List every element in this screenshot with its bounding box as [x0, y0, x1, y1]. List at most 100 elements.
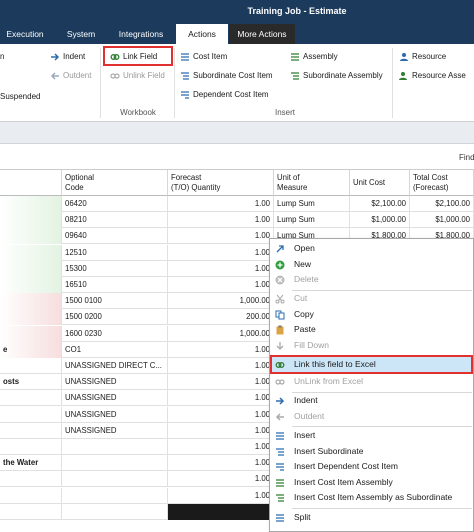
cell-code[interactable] [62, 471, 168, 488]
menu-fill-down[interactable]: Fill Down [270, 338, 473, 354]
cell-qty[interactable]: 1.00 [168, 358, 274, 374]
cell-qty[interactable]: 200.00 [168, 309, 274, 326]
menu-new[interactable]: New [270, 257, 473, 273]
menu-copy[interactable]: Copy [270, 307, 473, 323]
header-unit-cost[interactable]: Unit Cost [350, 170, 410, 196]
cell-code[interactable] [62, 487, 168, 504]
header-total-cost[interactable]: Total Cost (Forecast) [410, 170, 474, 196]
tab-system[interactable]: System [56, 24, 106, 44]
cell-code[interactable]: UNASSIGNED DIRECT C... [62, 358, 168, 374]
cell-left[interactable] [0, 406, 62, 423]
table-row[interactable]: 08210 1.00 Lump Sum $1,000.00 $1,000.00 [0, 212, 474, 229]
tab-more-actions[interactable]: More Actions [229, 24, 295, 44]
menu-delete[interactable]: Delete [270, 272, 473, 288]
cell-qty[interactable]: 1.00 [168, 487, 274, 504]
cell-qty[interactable]: 1.00 [168, 471, 274, 488]
header-unit-of-measure[interactable]: Unit of Measure [274, 170, 350, 196]
dependent-cost-item-button[interactable]: Dependent Cost Item [180, 88, 269, 102]
header-description[interactable] [0, 170, 62, 196]
tab-actions[interactable]: Actions [176, 24, 228, 44]
cell-code[interactable]: 16510 [62, 277, 168, 293]
resource-button[interactable]: Resource [399, 50, 446, 64]
cell-code[interactable]: UNASSIGNED [62, 406, 168, 423]
cell-qty[interactable]: 1.00 [168, 228, 274, 245]
menu-split[interactable]: Split [270, 510, 473, 526]
find-label[interactable]: Find [459, 153, 474, 162]
cell-code[interactable]: 1500 0200 [62, 309, 168, 326]
tab-execution[interactable]: Execution [0, 24, 50, 44]
menu-unlink-excel[interactable]: UnLink from Excel [270, 374, 473, 390]
menu-indent[interactable]: Indent [270, 393, 473, 409]
subordinate-assembly-button[interactable]: Subordinate Assembly [290, 69, 383, 83]
cell-qty[interactable]: 1.00 [168, 455, 274, 472]
tab-integrations[interactable]: Integrations [110, 24, 172, 44]
cell-code[interactable]: 15300 [62, 260, 168, 277]
cell-left[interactable] [0, 228, 62, 245]
cell-qty[interactable]: 1.00 [168, 341, 274, 358]
cell-code[interactable]: 12510 [62, 244, 168, 261]
cell-left[interactable] [0, 471, 62, 488]
cell-left[interactable] [0, 293, 62, 310]
menu-open[interactable]: Open [270, 241, 473, 257]
cell-unit[interactable]: $2,100.00 [350, 196, 410, 212]
cell-qty[interactable]: 1.00 [168, 406, 274, 423]
cell-total[interactable]: $2,100.00 [410, 196, 474, 212]
cell-code[interactable]: UNASSIGNED [62, 422, 168, 439]
outdent-button[interactable]: Outdent [50, 69, 91, 83]
menu-outdent[interactable]: Outdent [270, 409, 473, 425]
indent-button[interactable]: Indent [50, 50, 85, 64]
cell-code[interactable] [62, 439, 168, 455]
cell-left[interactable] [0, 390, 62, 407]
cell-code[interactable]: UNASSIGNED [62, 390, 168, 407]
cell-qty[interactable]: 1.00 [168, 374, 274, 391]
assembly-button[interactable]: Assembly [290, 50, 338, 64]
cell-qty[interactable]: 1.00 [168, 244, 274, 261]
cell-left[interactable] [0, 325, 62, 342]
cell-qty[interactable]: 1,000.00 [168, 325, 274, 342]
header-forecast-quantity[interactable]: Forecast (T/O) Quantity [168, 170, 274, 196]
cell-code[interactable]: 1600 0230 [62, 325, 168, 342]
header-optional-code[interactable]: Optional Code [62, 170, 168, 196]
menu-insert-dependent[interactable]: Insert Dependent Cost Item [270, 459, 473, 475]
cell-left[interactable] [0, 260, 62, 277]
resource-assembly-button[interactable]: Resource Asse [399, 69, 466, 83]
unlink-field-button[interactable]: Unlink Field [110, 69, 165, 83]
ribbon-left-item-1[interactable]: n [0, 50, 4, 64]
menu-insert[interactable]: Insert [270, 428, 473, 444]
table-row[interactable]: 06420 1.00 Lump Sum $2,100.00 $2,100.00 [0, 196, 474, 212]
cell-total[interactable]: $1,000.00 [410, 212, 474, 229]
menu-paste[interactable]: Paste [270, 322, 473, 338]
menu-insert-assembly[interactable]: Insert Cost Item Assembly [270, 475, 473, 491]
cell-code[interactable]: UNASSIGNED [62, 374, 168, 391]
cell-code[interactable]: 06420 [62, 196, 168, 212]
cell-uom[interactable]: Lump Sum [274, 196, 350, 212]
cell-code[interactable]: CO1 [62, 341, 168, 358]
menu-insert-assembly-subordinate[interactable]: Insert Cost Item Assembly as Subordinate [270, 490, 473, 506]
cell-uom[interactable]: Lump Sum [274, 212, 350, 229]
cell-code[interactable]: 09640 [62, 228, 168, 245]
cell-code[interactable] [62, 455, 168, 472]
cell-left[interactable] [0, 422, 62, 439]
subordinate-cost-item-button[interactable]: Subordinate Cost Item [180, 69, 273, 83]
cell-left[interactable] [0, 309, 62, 326]
cell-code[interactable]: 08210 [62, 212, 168, 229]
cell-qty[interactable]: 1.00 [168, 212, 274, 229]
cell-qty[interactable]: 1.00 [168, 422, 274, 439]
cell-qty[interactable]: 1.00 [168, 390, 274, 407]
cell-code[interactable]: 1500 0100 [62, 293, 168, 310]
cell-left[interactable]: the Water [0, 455, 62, 472]
cell-left[interactable] [0, 196, 62, 212]
cell-left[interactable] [0, 503, 62, 520]
cell-left[interactable] [0, 487, 62, 504]
cell-left[interactable]: osts [0, 374, 62, 391]
cell-qty[interactable]: 1.00 [168, 503, 274, 520]
cell-qty[interactable]: 1.00 [168, 439, 274, 455]
cell-left[interactable] [0, 277, 62, 293]
cell-qty[interactable]: 1,000.00 [168, 293, 274, 310]
cell-left[interactable]: e [0, 341, 62, 358]
cell-qty[interactable]: 1.00 [168, 196, 274, 212]
cell-left[interactable] [0, 358, 62, 374]
cell-left[interactable] [0, 212, 62, 229]
ribbon-left-suspended[interactable]: Suspended [0, 90, 40, 104]
cell-qty[interactable]: 1.00 [168, 260, 274, 277]
